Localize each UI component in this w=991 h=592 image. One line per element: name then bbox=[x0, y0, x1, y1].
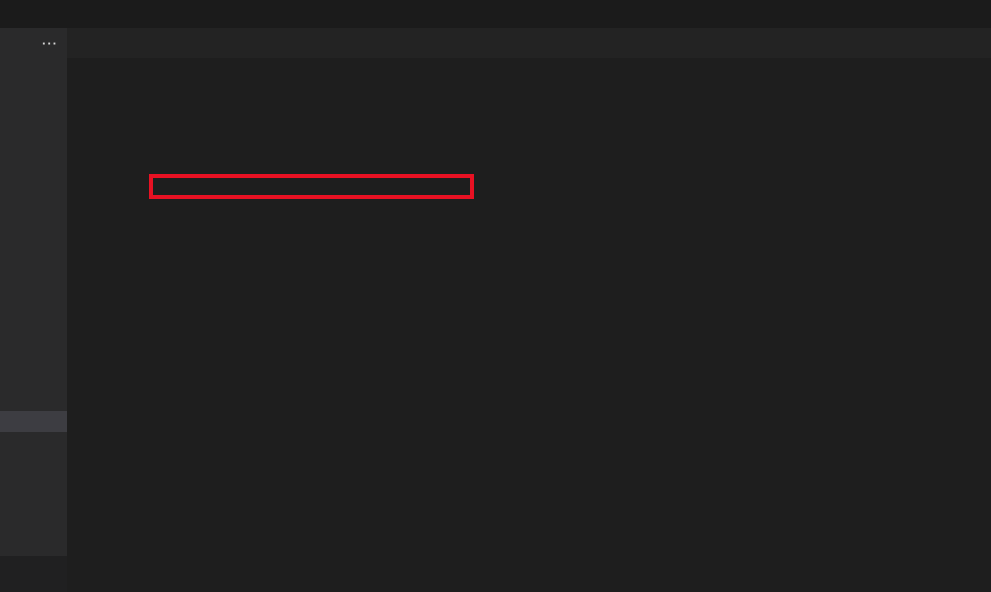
vscode-window: ··· bbox=[0, 0, 991, 592]
sidebar-header: ··· bbox=[0, 28, 67, 58]
sidebar-bottom-panel bbox=[0, 556, 67, 592]
editor-group bbox=[67, 28, 991, 592]
sidebar: ··· bbox=[0, 28, 67, 592]
more-actions-icon[interactable]: ··· bbox=[42, 36, 58, 51]
editor[interactable] bbox=[67, 84, 991, 592]
breadcrumb bbox=[67, 58, 991, 84]
list-item-highlight[interactable] bbox=[0, 411, 67, 432]
menu-bar bbox=[0, 0, 991, 28]
red-highlight-annotation bbox=[149, 174, 474, 199]
tab-bar bbox=[67, 28, 991, 58]
main-area: ··· bbox=[0, 28, 991, 592]
